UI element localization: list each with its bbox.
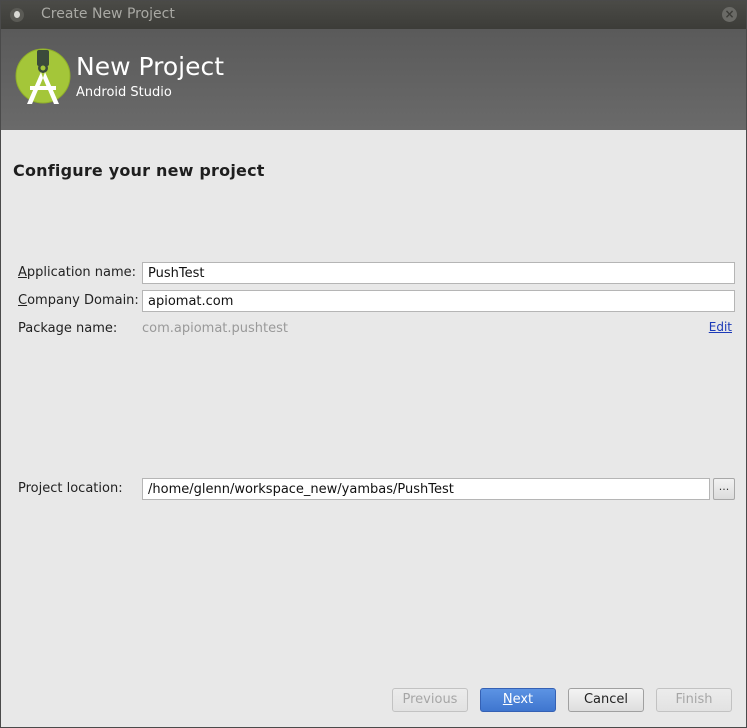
application-name-input[interactable] [142,262,735,284]
section-title: Configure your new project [13,161,265,180]
close-icon[interactable]: × [722,7,737,22]
android-studio-logo-icon [15,48,71,104]
package-name-label: Package name: [18,321,118,336]
create-project-window: Create New Project × New Project Android… [0,0,747,728]
header-title: New Project [76,52,225,81]
next-button[interactable]: Next [480,688,556,712]
company-domain-label: Company Domain: [18,293,139,308]
window-title: Create New Project [41,6,175,22]
header-subtitle: Android Studio [76,85,172,100]
package-name-value: com.apiomat.pushtest [142,321,289,336]
previous-button[interactable]: Previous [392,688,468,712]
company-domain-input[interactable] [142,290,735,312]
edit-package-link[interactable]: Edit [709,320,732,334]
application-name-label: Application name: [18,265,137,280]
app-icon [10,8,24,22]
project-location-input[interactable] [142,478,710,500]
cancel-button[interactable]: Cancel [568,688,644,712]
banner-header: New Project Android Studio [1,29,746,130]
finish-button[interactable]: Finish [656,688,732,712]
browse-location-button[interactable]: ... [713,478,735,500]
title-bar[interactable]: Create New Project × [1,1,746,29]
project-location-label: Project location: [18,481,123,496]
